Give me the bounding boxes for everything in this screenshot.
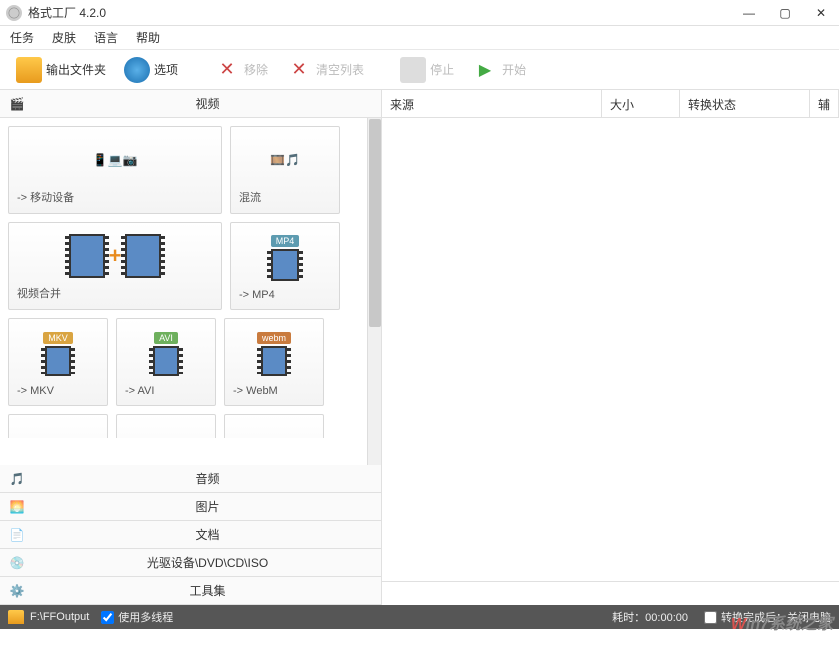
remove-button[interactable]: 移除 <box>208 54 274 86</box>
category-tools-label: 工具集 <box>34 582 381 599</box>
after-done-label: 转换完成后：关闭电脑 <box>721 609 831 625</box>
clear-label: 清空列表 <box>316 61 364 78</box>
clear-button[interactable]: 清空列表 <box>280 54 370 86</box>
clear-icon <box>286 57 312 83</box>
col-status[interactable]: 转换状态 <box>680 90 810 117</box>
merge-icon: + <box>17 231 213 281</box>
elapsed-time: 耗时：00:00:00 <box>612 609 688 625</box>
option-button[interactable]: 选项 <box>118 54 184 86</box>
stop-button[interactable]: 停止 <box>394 54 460 86</box>
output-path[interactable]: F:\FFOutput <box>30 611 89 623</box>
tile-webm-label: -> WebM <box>233 385 315 397</box>
output-folder-button[interactable]: 输出文件夹 <box>10 54 112 86</box>
category-disc[interactable]: 💿 光驱设备\DVD\CD\ISO <box>0 549 381 577</box>
tile-video-merge[interactable]: + 视频合并 <box>8 222 222 310</box>
mobile-devices-icon: 📱💻📷 <box>17 135 213 185</box>
menu-skin[interactable]: 皮肤 <box>52 29 76 46</box>
menu-help[interactable]: 帮助 <box>136 29 160 46</box>
mp4-icon: MP4 <box>239 231 331 285</box>
tools-category-icon: ⚙️ <box>4 581 30 601</box>
stop-icon <box>400 57 426 83</box>
category-document[interactable]: 📄 文档 <box>0 521 381 549</box>
category-tools[interactable]: ⚙️ 工具集 <box>0 577 381 605</box>
menubar: 任务 皮肤 语言 帮助 <box>0 26 839 50</box>
option-label: 选项 <box>154 61 178 78</box>
start-label: 开始 <box>502 61 526 78</box>
task-list-header: 来源 大小 转换状态 辅 <box>382 90 839 118</box>
tile-webm[interactable]: webm -> WebM <box>224 318 324 406</box>
tile-mkv-label: -> MKV <box>17 385 99 397</box>
remove-icon <box>214 57 240 83</box>
webm-icon: webm <box>233 327 315 381</box>
tile-mux[interactable]: 🎞️🎵 混流 <box>230 126 340 214</box>
grid-scrollbar[interactable] <box>367 118 381 465</box>
option-icon <box>124 57 150 83</box>
tile-gif[interactable]: GIF <box>116 414 216 438</box>
menu-task[interactable]: 任务 <box>10 29 34 46</box>
tile-avi-label: -> AVI <box>125 385 207 397</box>
tile-mux-label: 混流 <box>239 189 331 205</box>
image-category-icon: 🌅 <box>4 497 30 517</box>
tile-mkv[interactable]: MKV -> MKV <box>8 318 108 406</box>
doc-category-icon: 📄 <box>4 525 30 545</box>
category-image[interactable]: 🌅 图片 <box>0 493 381 521</box>
right-pane: 来源 大小 转换状态 辅 <box>382 90 839 605</box>
col-extra[interactable]: 辅 <box>810 90 839 117</box>
category-image-label: 图片 <box>34 498 381 515</box>
tile-mp4-label: -> MP4 <box>239 289 331 301</box>
multithread-label: 使用多线程 <box>118 609 173 625</box>
app-icon <box>6 5 22 21</box>
multithread-checkbox[interactable] <box>101 611 114 624</box>
maximize-button[interactable]: ▢ <box>773 6 797 20</box>
audio-category-icon: 🎵 <box>4 469 30 489</box>
close-button[interactable]: ✕ <box>809 6 833 20</box>
task-list-body[interactable] <box>382 118 839 581</box>
avi-icon: AVI <box>125 327 207 381</box>
output-folder-icon-small[interactable] <box>8 610 24 624</box>
category-doc-label: 文档 <box>34 526 381 543</box>
window-title: 格式工厂 4.2.0 <box>28 4 737 21</box>
minimize-button[interactable]: — <box>737 6 761 20</box>
right-bottom-bar <box>382 581 839 605</box>
output-folder-label: 输出文件夹 <box>46 61 106 78</box>
tile-avi[interactable]: AVI -> AVI <box>116 318 216 406</box>
left-pane: 🎬 视频 📱💻📷 -> 移动设备 🎞️🎵 混流 + 视频合并 <box>0 90 382 605</box>
disc-category-icon: 💿 <box>4 553 30 573</box>
category-disc-label: 光驱设备\DVD\CD\ISO <box>34 554 381 571</box>
video-tile-grid: 📱💻📷 -> 移动设备 🎞️🎵 混流 + 视频合并 MP4 -> MP4 <box>0 118 381 465</box>
remove-label: 移除 <box>244 61 268 78</box>
category-video-label: 视频 <box>34 95 381 112</box>
category-audio[interactable]: 🎵 音频 <box>0 465 381 493</box>
col-source[interactable]: 来源 <box>382 90 602 117</box>
video-category-icon: 🎬 <box>4 94 30 114</box>
menu-language[interactable]: 语言 <box>94 29 118 46</box>
play-icon <box>472 57 498 83</box>
category-video[interactable]: 🎬 视频 <box>0 90 381 118</box>
tile-mp4[interactable]: MP4 -> MP4 <box>230 222 340 310</box>
start-button[interactable]: 开始 <box>466 54 532 86</box>
col-size[interactable]: 大小 <box>602 90 680 117</box>
tile-mobile-label: -> 移动设备 <box>17 189 213 205</box>
statusbar: F:\FFOutput 使用多线程 耗时：00:00:00 转换完成后：关闭电脑 <box>0 605 839 629</box>
tile-partial-1[interactable] <box>8 414 108 438</box>
folder-icon <box>16 57 42 83</box>
after-done-checkbox[interactable] <box>704 611 717 624</box>
tile-mobile-device[interactable]: 📱💻📷 -> 移动设备 <box>8 126 222 214</box>
mux-icon: 🎞️🎵 <box>239 135 331 185</box>
category-audio-label: 音频 <box>34 470 381 487</box>
toolbar: 输出文件夹 选项 移除 清空列表 停止 开始 <box>0 50 839 90</box>
mkv-icon: MKV <box>17 327 99 381</box>
stop-label: 停止 <box>430 61 454 78</box>
tile-merge-label: 视频合并 <box>17 285 213 301</box>
tile-wmv[interactable]: WMV <box>224 414 324 438</box>
